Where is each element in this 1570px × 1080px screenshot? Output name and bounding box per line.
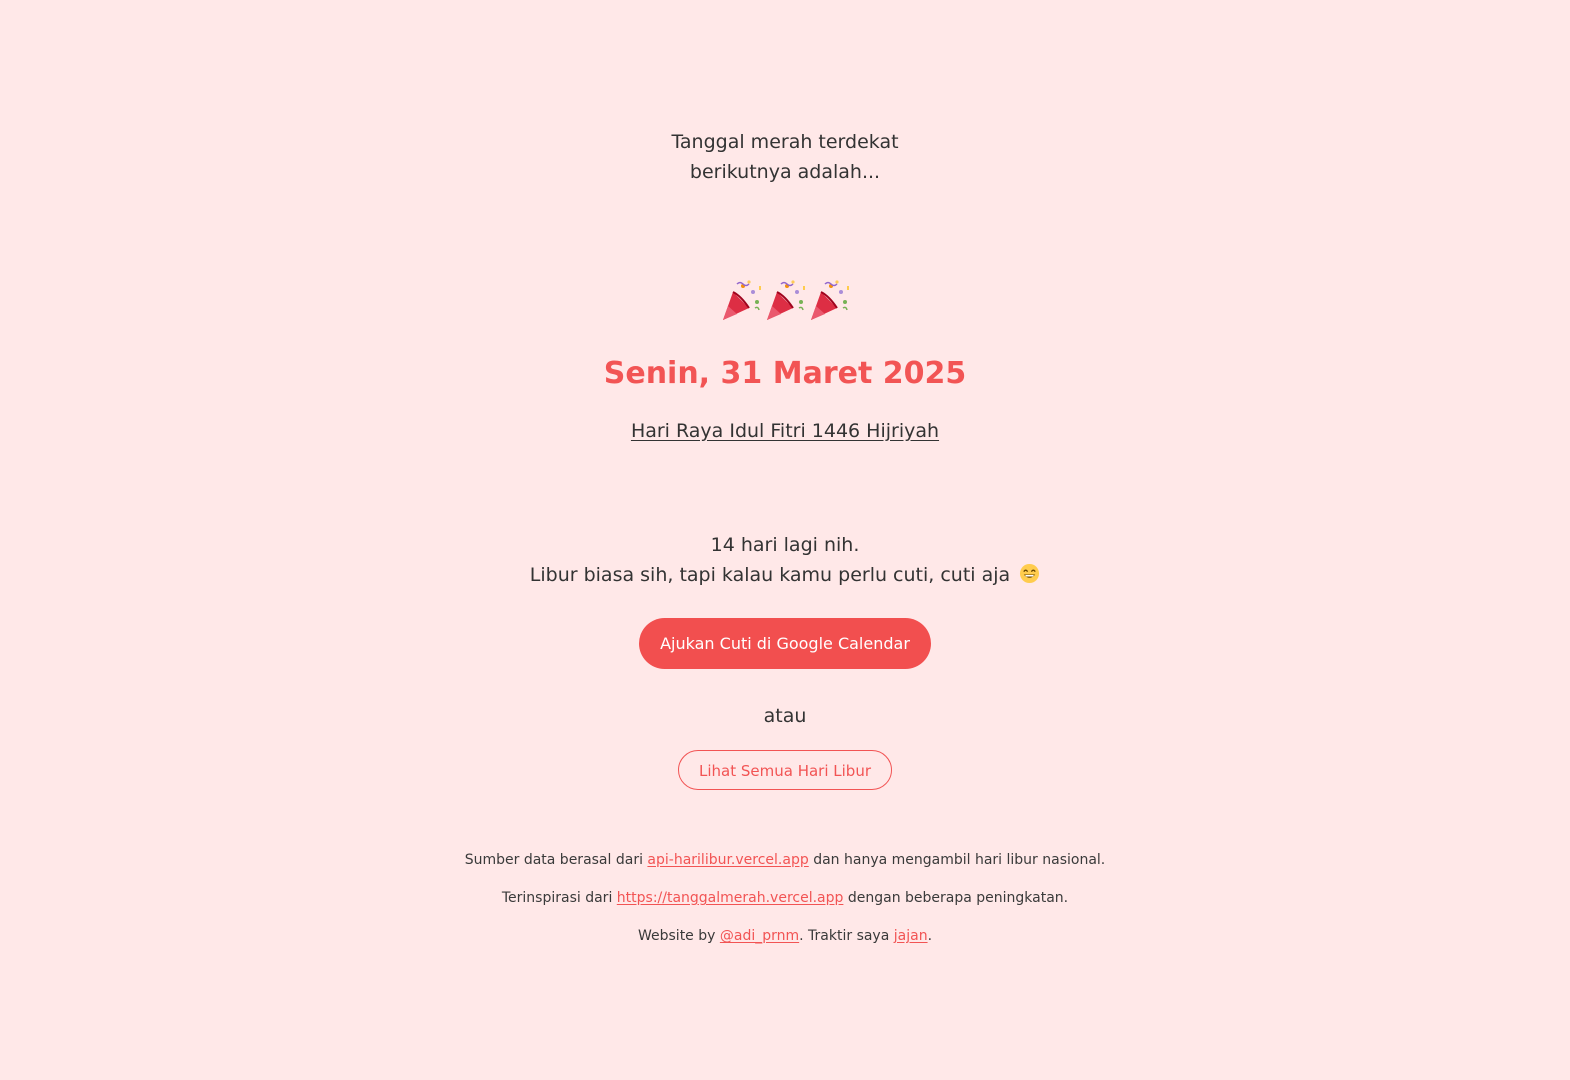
countdown-message: Libur biasa sih, tapi kalau kamu perlu c… — [529, 564, 1011, 586]
inspiration-link[interactable]: https://tanggalmerah.vercel.app — [617, 890, 844, 906]
party-popper-icon — [811, 280, 849, 320]
treat-link[interactable]: jajan — [894, 928, 928, 944]
holiday-name-link[interactable]: Hari Raya Idul Fitri 1446 Hijriyah — [631, 420, 939, 442]
source-api-link[interactable]: api-harilibur.vercel.app — [647, 852, 808, 868]
countdown-message-row: Libur biasa sih, tapi kalau kamu perlu c… — [0, 560, 1570, 590]
primary-action: Ajukan Cuti di Google Calendar — [0, 618, 1570, 669]
countdown-days: 14 hari lagi nih. — [710, 534, 860, 556]
or-separator: atau — [763, 705, 807, 727]
holiday-date: Senin, 31 Maret 2025 — [603, 356, 967, 391]
footer-source: Sumber data berasal dari api-harilibur.v… — [0, 849, 1570, 871]
party-popper-icon — [723, 280, 761, 320]
party-popper-icon — [767, 280, 805, 320]
footer-inspired-suffix: dengan beberapa peningkatan. — [843, 890, 1069, 906]
footer-credit-prefix: Website by — [637, 928, 720, 944]
grinning-face-icon — [1020, 563, 1040, 584]
holiday-name-container: Hari Raya Idul Fitri 1446 Hijriyah — [0, 416, 1570, 446]
footer-source-prefix: Sumber data berasal dari — [464, 852, 648, 868]
footer-credit: Website by @adi_prnm. Traktir saya jajan… — [0, 925, 1570, 947]
footer-credit-suffix: . — [927, 928, 933, 944]
add-to-google-calendar-button[interactable]: Ajukan Cuti di Google Calendar — [639, 618, 931, 669]
intro-line-1: Tanggal merah terdekat — [671, 131, 899, 153]
intro-line-2: berikutnya adalah... — [689, 161, 881, 183]
footer-credit-middle: . Traktir saya — [799, 928, 894, 944]
page: Tanggal merah terdekat berikutnya adalah… — [0, 0, 1570, 1080]
footer-inspired: Terinspirasi dari https://tanggalmerah.v… — [0, 887, 1570, 909]
celebration-icons — [0, 278, 1570, 326]
countdown: 14 hari lagi nih. Libur biasa sih, tapi … — [0, 530, 1570, 590]
author-link[interactable]: @adi_prnm — [720, 928, 799, 944]
intro-text: Tanggal merah terdekat berikutnya adalah… — [0, 127, 1570, 187]
view-all-holidays-button[interactable]: Lihat Semua Hari Libur — [678, 750, 892, 790]
footer-source-suffix: dan hanya mengambil hari libur nasional. — [808, 852, 1106, 868]
secondary-action: Lihat Semua Hari Libur — [0, 750, 1570, 790]
footer-inspired-prefix: Terinspirasi dari — [501, 890, 617, 906]
